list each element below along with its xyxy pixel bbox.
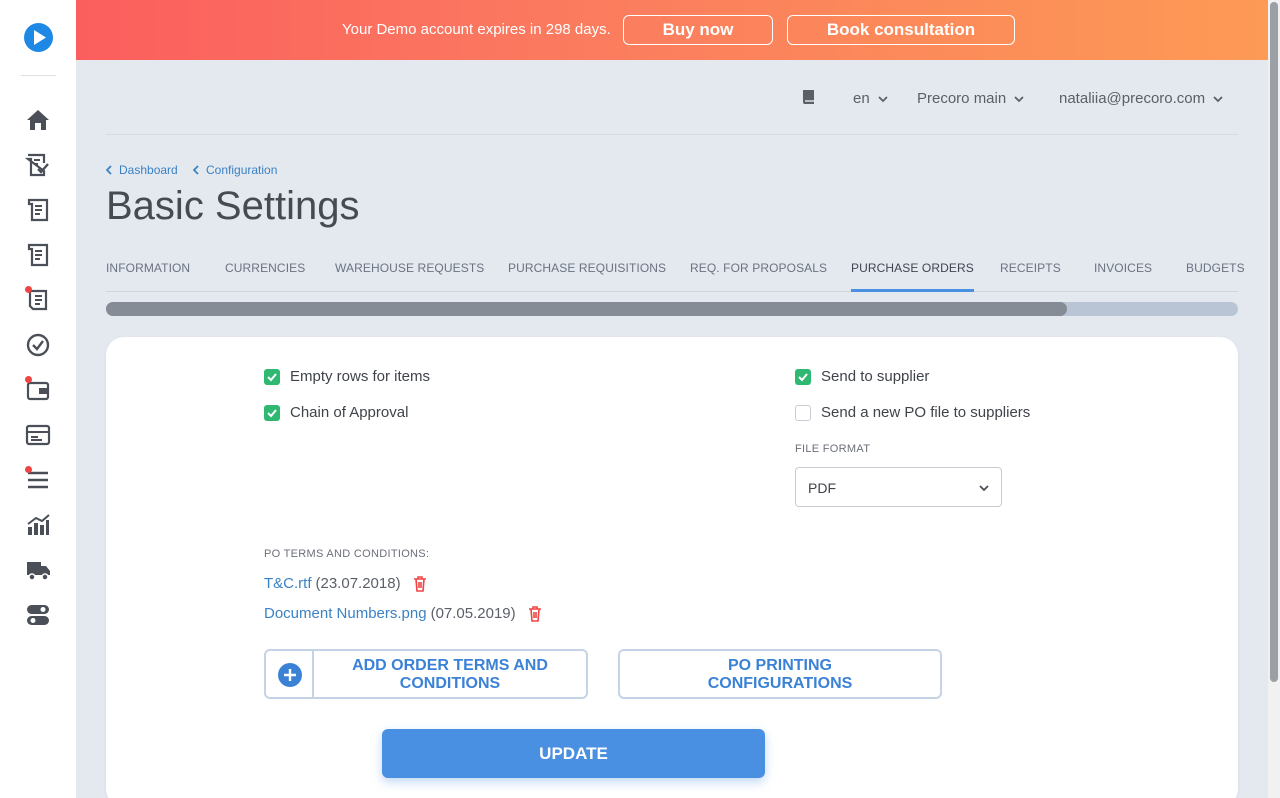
user-email: nataliia@precoro.com (1059, 90, 1206, 107)
breadcrumb-configuration[interactable]: Configuration (193, 163, 277, 177)
empty-rows-checkbox[interactable]: Empty rows for items (264, 368, 430, 385)
send-to-supplier-label: Send to supplier (821, 368, 930, 385)
terms-file-date: (07.05.2019) (430, 605, 516, 622)
file-format-value: PDF (808, 480, 836, 496)
notification-dot (25, 286, 32, 293)
terms-file-date: (23.07.2018) (315, 575, 401, 592)
breadcrumb-dashboard[interactable]: Dashboard (106, 163, 178, 177)
checkbox-checked-icon[interactable] (264, 404, 280, 421)
tab-receipts[interactable]: RECEIPTS (1000, 261, 1061, 275)
buy-now-button[interactable]: Buy now (623, 15, 773, 45)
card-icon[interactable] (24, 421, 52, 449)
book-consultation-button[interactable]: Book consultation (787, 15, 1015, 45)
purchase-order-icon[interactable] (24, 241, 52, 269)
file-format-label: FILE FORMAT (795, 443, 871, 455)
breadcrumb-label: Configuration (206, 163, 278, 177)
tab-warehouse-requests[interactable]: WAREHOUSE REQUESTS (335, 261, 484, 275)
sidebar-divider (21, 75, 56, 76)
update-button[interactable]: UPDATE (382, 729, 765, 778)
tabs-horizontal-scrollbar[interactable] (106, 302, 1238, 316)
scrollbar-thumb[interactable] (1270, 2, 1278, 682)
add-terms-line2: CONDITIONS (399, 675, 501, 692)
tab-purchase-requisitions[interactable]: PURCHASE REQUISITIONS (508, 261, 666, 275)
notification-dot (25, 376, 32, 383)
po-terms-label: PO TERMS AND CONDITIONS: (264, 548, 430, 560)
user-menu[interactable]: nataliia@precoro.com (1059, 90, 1223, 107)
terms-file-link[interactable]: T&C.rtf (264, 575, 312, 592)
terms-file-item: Document Numbers.png (07.05.2019) (264, 605, 542, 622)
analytics-chart-icon[interactable] (24, 511, 52, 539)
trash-icon[interactable] (528, 605, 542, 622)
tab-req-for-proposals[interactable]: REQ. FOR PROPOSALS (690, 261, 827, 275)
chevron-down-icon (979, 485, 989, 492)
receipt-icon[interactable] (24, 286, 52, 314)
plus-circle-icon (266, 651, 314, 697)
chevron-down-icon (1014, 95, 1024, 102)
precoro-logo-icon[interactable] (24, 23, 53, 52)
checkbox-checked-icon[interactable] (264, 368, 280, 385)
language-selector[interactable]: en (853, 90, 888, 107)
language-label: en (853, 90, 870, 107)
send-new-po-checkbox[interactable]: Send a new PO file to suppliers (795, 404, 1030, 421)
home-icon[interactable] (24, 106, 52, 134)
po-printing-line1: PO PRINTING (727, 657, 832, 674)
tab-invoices[interactable]: INVOICES (1094, 261, 1152, 275)
top-header: en Precoro main nataliia@precoro.com (106, 60, 1238, 135)
sidebar (0, 0, 76, 798)
tab-budgets[interactable]: BUDGETS (1186, 261, 1245, 275)
company-label: Precoro main (917, 90, 1007, 107)
approval-check-icon[interactable] (24, 331, 52, 359)
chain-of-approval-label: Chain of Approval (290, 404, 409, 421)
demo-banner: Your Demo account expires in 298 days. B… (76, 0, 1268, 60)
chevron-left-icon (106, 165, 112, 175)
wallet-icon[interactable] (24, 376, 52, 404)
add-order-terms-button[interactable]: ADD ORDER TERMS AND CONDITIONS (264, 649, 588, 699)
checkbox-checked-icon[interactable] (795, 368, 811, 385)
chevron-down-icon (878, 95, 888, 102)
settings-tabs: INFORMATION CURRENCIES WAREHOUSE REQUEST… (106, 260, 1245, 292)
help-book-icon[interactable] (802, 89, 816, 105)
file-format-select[interactable]: PDF (795, 467, 1002, 507)
empty-rows-label: Empty rows for items (290, 368, 431, 385)
tab-information[interactable]: INFORMATION (106, 261, 190, 275)
terms-file-item: T&C.rtf (23.07.2018) (264, 575, 427, 592)
tab-currencies[interactable]: CURRENCIES (225, 261, 305, 275)
terms-file-link[interactable]: Document Numbers.png (264, 605, 427, 622)
chain-of-approval-checkbox[interactable]: Chain of Approval (264, 404, 408, 421)
add-terms-line1: ADD ORDER TERMS AND (352, 657, 548, 674)
chevron-left-icon (193, 165, 199, 175)
document-icon[interactable] (24, 196, 52, 224)
tab-purchase-orders[interactable]: PURCHASE ORDERS (851, 261, 974, 292)
send-new-po-label: Send a new PO file to suppliers (821, 404, 1031, 421)
checklist-document-icon[interactable] (24, 151, 52, 179)
po-printing-line2: CONFIGURATIONS (707, 675, 853, 692)
checkbox-unchecked-icon[interactable] (795, 404, 811, 421)
breadcrumb-label: Dashboard (119, 163, 178, 177)
company-selector[interactable]: Precoro main (917, 90, 1024, 107)
send-to-supplier-checkbox[interactable]: Send to supplier (795, 368, 929, 385)
demo-expiry-message: Your Demo account expires in 298 days. (342, 21, 611, 38)
chevron-down-icon (1213, 95, 1223, 102)
list-icon[interactable] (24, 466, 52, 494)
truck-icon[interactable] (24, 556, 52, 584)
po-printing-configurations-button[interactable]: PO PRINTING CONFIGURATIONS (618, 649, 942, 699)
trash-icon[interactable] (413, 575, 427, 592)
notification-dot (25, 466, 32, 473)
settings-toggle-icon[interactable] (24, 601, 52, 629)
tabs-scrollbar-thumb[interactable] (106, 302, 1067, 316)
page-title: Basic Settings (106, 184, 360, 228)
vertical-scrollbar[interactable] (1268, 0, 1280, 798)
